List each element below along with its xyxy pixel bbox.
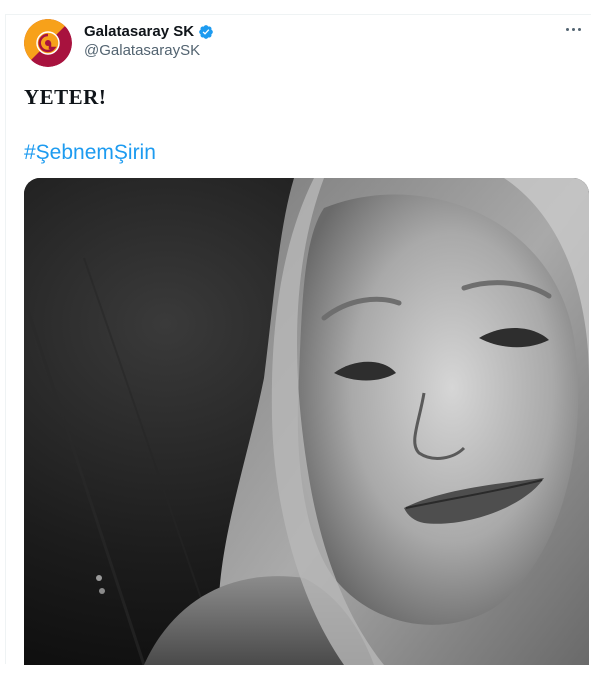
hashtag-link[interactable]: #ŞebnemŞirin: [24, 141, 156, 165]
portrait-photo: [24, 178, 589, 665]
more-options-icon[interactable]: [562, 21, 584, 37]
more-dot: [565, 27, 569, 31]
more-dot: [571, 27, 575, 31]
galatasaray-logo-icon: [24, 19, 72, 67]
tweet-card[interactable]: Galatasaray SK @GalatasaraySK YETER! #Şe…: [5, 14, 591, 665]
avatar[interactable]: [24, 19, 72, 67]
verified-badge-icon: [199, 24, 213, 39]
more-dot: [577, 27, 581, 31]
author-name-row[interactable]: Galatasaray SK: [84, 23, 214, 40]
tweet-text: YETER!: [24, 85, 107, 109]
author-display-name[interactable]: Galatasaray SK: [84, 23, 194, 40]
tweet-photo[interactable]: [24, 178, 589, 665]
author-handle[interactable]: @GalatasaraySK: [84, 42, 200, 59]
